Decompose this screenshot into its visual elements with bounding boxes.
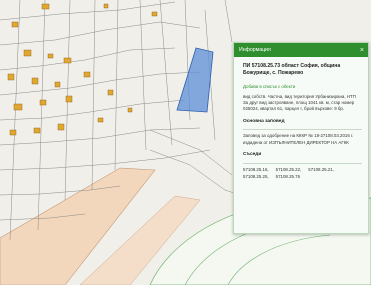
neighbor-link[interactable]: 57108.25.25, [243, 174, 269, 180]
plan-text: Заповед за одобрение на КККР № 18-27108.… [243, 133, 354, 145]
plan-heading: Основна заповед [243, 118, 285, 124]
info-panel-header: Информация × [234, 43, 368, 57]
neighbor-link[interactable]: 57108.25.76 [276, 174, 300, 180]
neighbor-link[interactable]: 57108.25.22, [276, 167, 302, 173]
parcel-description: вид собств. Частна, вид територия Урбани… [243, 93, 356, 112]
neighbor-link[interactable]: 57108.25.16, [243, 167, 269, 173]
neighbors-heading: Съседи [243, 152, 262, 158]
divider [243, 162, 362, 164]
add-to-list-link[interactable]: Добави в списък с обекти [243, 84, 362, 90]
divider [243, 129, 362, 131]
neighbor-link[interactable]: 57108.25.21, [308, 167, 334, 173]
parcel-title: ПИ 57108.25.73 област София, община Божу… [243, 63, 341, 77]
close-icon[interactable]: × [360, 47, 364, 54]
neighbors-list: 57108.25.16, 57108.25.22, 57108.25.21, 5… [243, 167, 362, 181]
info-panel: Информация × ПИ 57108.25.73 област София… [233, 42, 369, 234]
info-panel-title: Информация [239, 47, 271, 53]
